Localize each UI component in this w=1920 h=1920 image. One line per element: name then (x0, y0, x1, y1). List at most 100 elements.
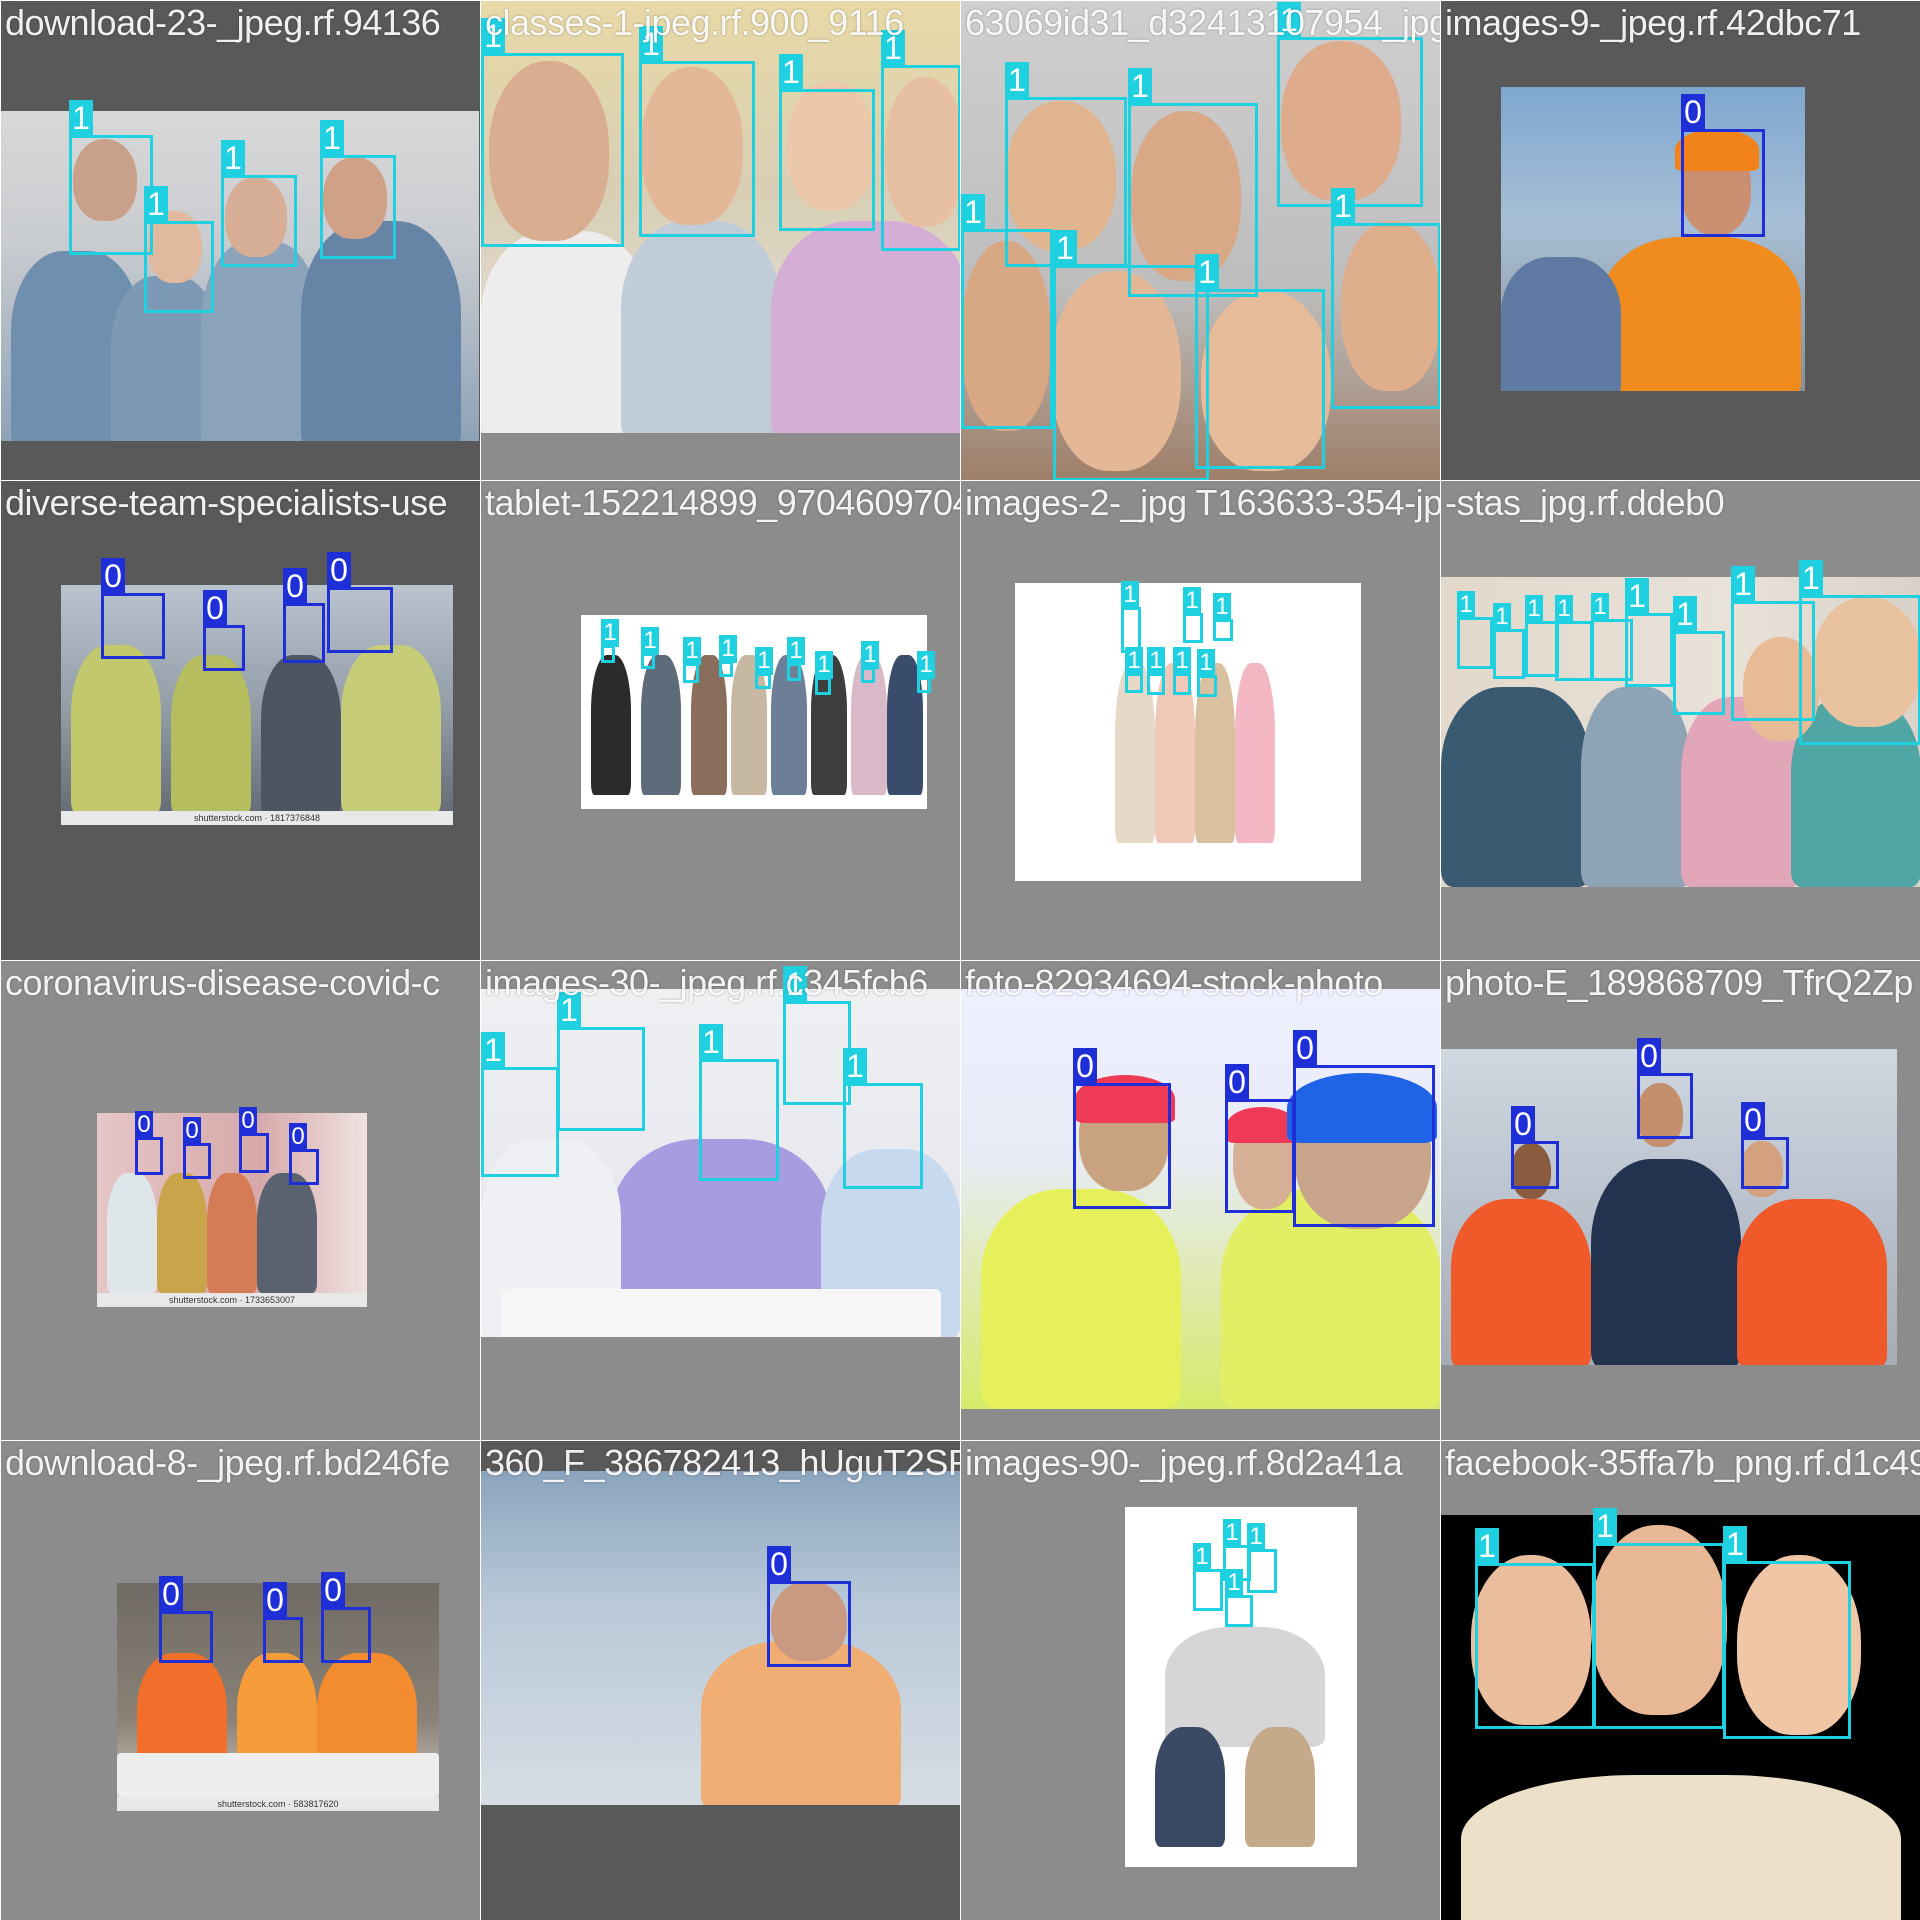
bbox-label: 1 (1525, 595, 1543, 623)
bbox-class-0: 0 (1511, 1106, 1559, 1189)
bbox-label: 1 (1591, 593, 1609, 621)
bbox-label: 0 (283, 568, 307, 604)
bbox-label: 1 (881, 30, 905, 66)
bbox-class-1: 1 (1625, 578, 1673, 687)
tile-5[interactable]: shutterstock.com · 1817376848 0 0 0 0 di… (0, 480, 480, 960)
bbox-class-0: 0 (101, 558, 165, 659)
bbox-label: 1 (1475, 1528, 1499, 1564)
tile-13[interactable]: shutterstock.com · 583817620 0 0 0 downl… (0, 1440, 480, 1920)
tile-caption: coronavirus-disease-covid-c (5, 962, 440, 1003)
watermark: shutterstock.com · 1733653007 (97, 1293, 367, 1307)
tile-8[interactable]: 1 1 1 1 1 1 1 1 1 -stas_jpg.rf.ddeb0 (1440, 480, 1920, 960)
tile-caption: images-90-_jpeg.rf.8d2a41a (965, 1442, 1403, 1483)
bbox-class-0: 0 (1741, 1102, 1789, 1189)
bbox-class-1: 1 (1331, 188, 1440, 409)
tile-caption: images-9-_jpeg.rf.42dbc71 (1445, 2, 1861, 43)
bbox-label: 0 (183, 1117, 201, 1145)
bbox-class-0: 0 (327, 552, 393, 653)
bbox-label: 1 (1225, 1569, 1243, 1597)
bbox-class-1: 1 (787, 637, 805, 681)
bbox-class-1: 1 (1593, 1508, 1725, 1729)
bbox-class-1: 1 (1525, 595, 1559, 677)
tile-caption: facebook-35ffa7b_png.rf.d1c49 (1445, 1442, 1920, 1483)
bbox-label: 1 (1247, 1523, 1265, 1551)
bbox-label: 1 (755, 647, 773, 675)
bbox-label: 1 (1277, 2, 1301, 38)
tile-11[interactable]: 0 0 0 foto-82934694-stock-photo (960, 960, 1440, 1440)
bbox-class-1: 1 (1247, 1523, 1277, 1593)
bbox-label: 1 (1197, 649, 1215, 677)
tile-2[interactable]: 1 1 1 1 classes-1-jpeg.rf.900_9116 (480, 0, 960, 480)
bbox-label: 0 (327, 552, 351, 588)
bbox-label: 1 (1731, 566, 1755, 602)
bbox-label: 1 (1331, 188, 1355, 224)
bbox-label: 1 (1625, 578, 1649, 614)
bbox-label: 1 (1147, 647, 1165, 675)
tile-3[interactable]: 1 1 1 1 1 1 1 63069id31_d32413107954_jpg (960, 0, 1440, 480)
bbox-label: 1 (320, 120, 344, 156)
bbox-label: 1 (639, 26, 663, 62)
bbox-class-1: 1 (1225, 1569, 1253, 1627)
bbox-class-1: 1 (719, 635, 737, 677)
bbox-label: 0 (1681, 94, 1705, 130)
bbox-label: 1 (787, 637, 805, 665)
tile-12[interactable]: 0 0 0 photo-E_189868709_TfrQ2Zp (1440, 960, 1920, 1440)
tile-6[interactable]: 1 1 1 1 1 1 1 1 1 tablet-152214899_97046… (480, 480, 960, 960)
bbox-class-1: 1 (481, 18, 624, 247)
tile-10[interactable]: 1 1 1 1 1 images-30-_jpeg.rf.c345fcb6 (480, 960, 960, 1440)
bbox-class-1: 1 (815, 651, 833, 695)
bbox-class-0: 0 (183, 1117, 211, 1179)
bbox-label: 0 (321, 1572, 345, 1608)
bbox-class-1: 1 (601, 619, 619, 663)
tile-15[interactable]: 1 1 1 1 images-90-_jpeg.rf.8d2a41a (960, 1440, 1440, 1920)
tile-7[interactable]: 1 1 1 1 1 1 1 images-2-_jpg T163633-354-… (960, 480, 1440, 960)
bbox-class-1: 1 (1457, 591, 1493, 669)
bbox-class-1: 1 (1147, 647, 1165, 695)
bbox-class-0: 0 (1293, 1030, 1435, 1227)
bbox-class-1: 1 (1183, 587, 1203, 643)
bbox-label: 1 (783, 966, 807, 1002)
bbox-label: 1 (1053, 230, 1077, 266)
bbox-label: 1 (1195, 254, 1219, 290)
bbox-class-1: 1 (881, 30, 960, 251)
bbox-class-1: 1 (779, 54, 875, 231)
bbox-class-1: 1 (1493, 603, 1525, 679)
bbox-class-1: 1 (69, 100, 153, 255)
bbox-class-0: 0 (135, 1111, 163, 1175)
bbox-class-1: 1 (557, 992, 645, 1131)
tile-caption: tablet-152214899_97046097045006-28076_jp… (485, 482, 960, 523)
bbox-label: 1 (601, 619, 619, 647)
bbox-class-1: 1 (221, 140, 297, 267)
tile-9[interactable]: shutterstock.com · 1733653007 0 0 0 0 co… (0, 960, 480, 1440)
bbox-label: 1 (1493, 603, 1511, 631)
tile-16[interactable]: 1 1 1 facebook-35ffa7b_png.rf.d1c49 (1440, 1440, 1920, 1920)
bbox-label: 1 (144, 186, 168, 222)
bbox-label: 0 (263, 1582, 287, 1618)
bbox-class-1: 1 (1197, 649, 1217, 697)
bbox-label: 0 (1741, 1102, 1765, 1138)
watermark: shutterstock.com · 583817620 (117, 1797, 439, 1811)
bbox-class-1: 1 (1053, 230, 1209, 480)
bbox-class-1: 1 (639, 26, 755, 237)
bbox-class-0: 0 (283, 568, 325, 663)
tile-caption: images-2-_jpg T163633-354-jpeg.rf.925 (965, 482, 1440, 523)
bbox-label: 1 (779, 54, 803, 90)
tile-1[interactable]: 1 1 1 1 download-23-_jpeg.rf.94136 (0, 0, 480, 480)
bbox-label: 0 (239, 1107, 257, 1135)
bbox-class-1: 1 (1723, 1526, 1851, 1739)
bbox-class-1: 1 (641, 627, 659, 669)
bbox-class-1: 1 (699, 1024, 779, 1181)
bbox-label: 1 (1193, 1543, 1211, 1571)
bbox-label: 0 (101, 558, 125, 594)
bbox-class-0: 0 (321, 1572, 371, 1663)
bbox-label: 1 (843, 1048, 867, 1084)
tile-4[interactable]: 0 images-9-_jpeg.rf.42dbc71 (1440, 0, 1920, 480)
bbox-label: 1 (683, 637, 701, 665)
bbox-label: 0 (767, 1546, 791, 1582)
bbox-class-0: 0 (767, 1546, 851, 1667)
bbox-class-1: 1 (917, 651, 935, 693)
bbox-class-1: 1 (843, 1048, 923, 1189)
bbox-class-1: 1 (1213, 593, 1233, 641)
tile-14[interactable]: 0 360_F_386782413_hUguT2SRL (480, 1440, 960, 1920)
bbox-class-1: 1 (1673, 596, 1725, 715)
